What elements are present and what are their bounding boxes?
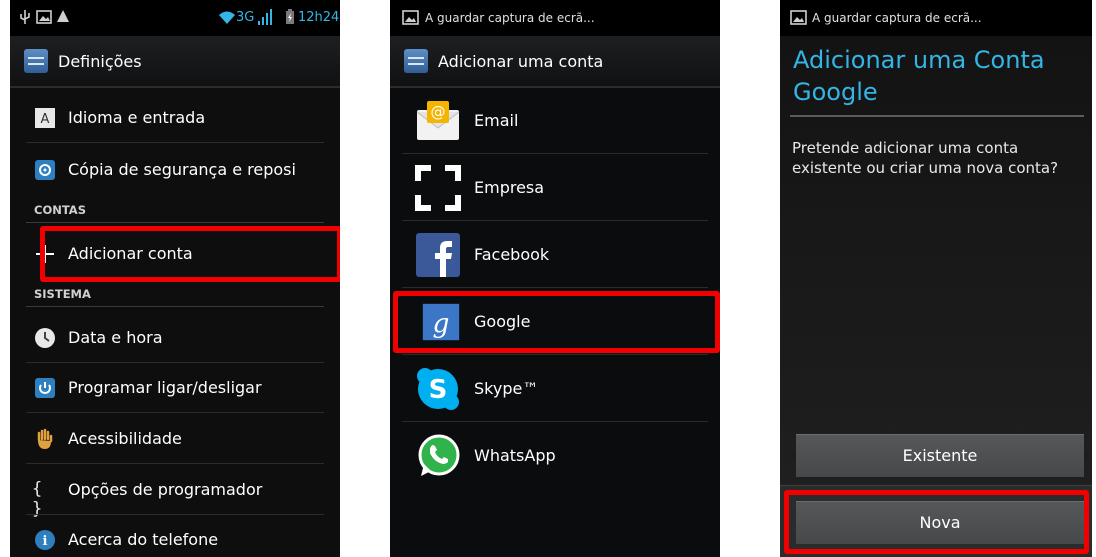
status-bar: A guardar captura de ecrã...: [780, 0, 1092, 36]
braces-icon: { }: [32, 479, 43, 519]
screenshot-icon: [36, 10, 52, 24]
email-icon: @: [416, 101, 460, 140]
settings-item-backup[interactable]: Cópia de segurança e reposi: [10, 145, 340, 195]
warning-icon: [57, 10, 69, 22]
usb-icon: [20, 10, 30, 24]
account-type-label: WhatsApp: [474, 446, 556, 465]
settings-icon: [24, 49, 48, 73]
settings-item-label: Programar ligar/desligar: [68, 378, 262, 397]
action-bar: Adicionar uma conta: [390, 36, 720, 88]
page-title: Definições: [58, 52, 142, 71]
account-type-email[interactable]: @ Email: [390, 88, 720, 154]
whatsapp-icon: [418, 434, 460, 476]
info-icon: i: [35, 530, 55, 550]
svg-text:i: i: [43, 534, 48, 549]
page-title: Adicionar uma conta: [438, 52, 604, 71]
settings-item-schedule-power[interactable]: Programar ligar/desligar: [10, 363, 340, 413]
account-type-label: Empresa: [474, 178, 545, 197]
existing-account-button[interactable]: Existente: [796, 434, 1084, 477]
settings-item-label: Idioma e entrada: [68, 108, 206, 127]
facebook-icon: [416, 233, 460, 277]
account-type-label: Email: [474, 111, 519, 130]
account-type-facebook[interactable]: Facebook: [390, 222, 720, 288]
svg-text:@: @: [431, 103, 446, 121]
prompt-text: Pretende adicionar uma conta existente o…: [792, 139, 1059, 177]
settings-item-label: Opções de programador: [68, 480, 263, 499]
settings-item-label: Acerca do telefone: [68, 530, 219, 549]
highlight-new-button: [784, 490, 1089, 554]
screenshot-icon: [402, 10, 419, 25]
settings-item-about[interactable]: i Acerca do telefone: [10, 515, 340, 557]
power-schedule-icon: [35, 378, 55, 398]
settings-item-date-time[interactable]: Data e hora: [10, 313, 340, 363]
account-type-whatsapp[interactable]: WhatsApp: [390, 423, 720, 489]
section-label: SISTEMA: [34, 287, 91, 301]
language-icon: A: [35, 108, 55, 128]
settings-item-accessibility[interactable]: Acessibilidade: [10, 414, 340, 464]
add-account-screen: A guardar captura de ecrã... Adicionar u…: [390, 0, 720, 557]
status-notification: A guardar captura de ecrã...: [812, 11, 982, 25]
settings-item-label: Data e hora: [68, 328, 163, 347]
add-google-account-screen: A guardar captura de ecrã... Adicionar u…: [780, 0, 1092, 557]
status-bar: A guardar captura de ecrã...: [390, 0, 720, 36]
wifi-icon: [219, 11, 235, 24]
status-bar: 3G 12h24: [10, 0, 340, 36]
corporate-icon: [415, 165, 461, 211]
settings-item-label: Acessibilidade: [68, 429, 182, 448]
clock-icon: [35, 328, 55, 348]
network-type: 3G: [236, 10, 255, 25]
action-bar: Definições: [10, 36, 340, 88]
account-type-skype[interactable]: S Skype™: [390, 356, 720, 422]
hand-icon: [37, 428, 53, 449]
settings-screen: 3G 12h24 Definições A Idioma e entrada C…: [10, 0, 340, 557]
settings-item-developer[interactable]: { } Opções de programador: [10, 465, 340, 519]
section-header-system: SISTEMA: [26, 283, 324, 307]
screenshot-icon: [790, 10, 807, 25]
settings-icon: [404, 49, 428, 73]
settings-item-label: Cópia de segurança e reposi: [68, 160, 296, 179]
status-notification: A guardar captura de ecrã...: [425, 11, 595, 25]
title-divider: [790, 115, 1084, 117]
svg-text:A: A: [41, 112, 50, 127]
skype-icon: S: [417, 368, 459, 410]
account-type-corporate[interactable]: Empresa: [390, 155, 720, 221]
signal-icon: [258, 9, 272, 25]
svg-text:S: S: [429, 375, 448, 405]
section-label: CONTAS: [34, 203, 86, 217]
account-type-label: Skype™: [474, 379, 539, 398]
clock-time: 12h24: [298, 10, 340, 25]
highlight-google: [393, 291, 720, 353]
account-type-label: Facebook: [474, 245, 550, 264]
section-header-accounts: CONTAS: [26, 199, 324, 223]
page-title: Adicionar uma Conta Google: [793, 46, 1045, 106]
battery-icon: [286, 9, 294, 24]
settings-item-language[interactable]: A Idioma e entrada: [10, 93, 340, 143]
backup-icon: [35, 160, 55, 180]
highlight-add-account: [40, 226, 340, 282]
